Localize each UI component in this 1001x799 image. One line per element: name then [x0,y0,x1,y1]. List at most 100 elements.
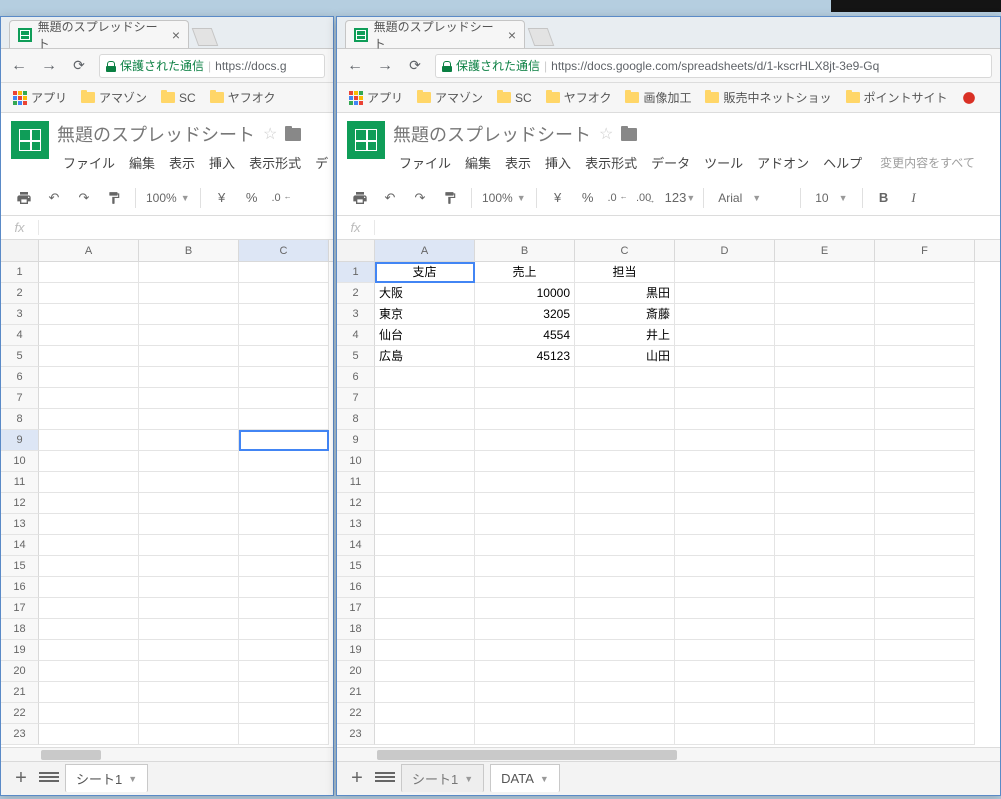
cell[interactable] [675,598,775,619]
document-title[interactable]: 無題のスプレッドシート [57,121,255,147]
cell[interactable] [675,619,775,640]
cell[interactable] [139,451,239,472]
cell[interactable] [575,430,675,451]
row-header[interactable]: 15 [1,556,39,577]
row-header[interactable]: 23 [1,724,39,745]
row-header[interactable]: 11 [1,472,39,493]
column-header[interactable]: E [775,240,875,261]
cell[interactable] [475,409,575,430]
sheet-tab[interactable]: DATA▼ [490,764,560,792]
cell[interactable] [775,430,875,451]
formula-bar[interactable]: fx [337,216,1000,240]
italic-icon[interactable]: I [901,185,927,211]
cell[interactable] [39,661,139,682]
row-header[interactable]: 6 [1,367,39,388]
cell[interactable] [575,388,675,409]
cell[interactable] [775,283,875,304]
menu-item[interactable]: ツール [698,151,749,174]
cell[interactable] [139,493,239,514]
column-header[interactable]: A [375,240,475,261]
cell[interactable] [239,556,329,577]
cell[interactable] [375,430,475,451]
cell[interactable] [375,640,475,661]
url-field[interactable]: 保護された通信|https://docs.google.com/spreadsh… [435,54,992,78]
cell[interactable] [575,640,675,661]
select-all-corner[interactable] [1,240,39,261]
url-field[interactable]: 保護された通信|https://docs.g [99,54,325,78]
cell[interactable] [139,535,239,556]
row-header[interactable]: 18 [1,619,39,640]
cell[interactable] [775,724,875,745]
cell[interactable] [575,556,675,577]
cell[interactable] [775,262,875,283]
cell[interactable] [375,388,475,409]
cell[interactable]: 広島 [375,346,475,367]
bookmark-item[interactable]: SC [157,89,200,107]
cell[interactable] [39,640,139,661]
cell[interactable] [475,682,575,703]
cell[interactable] [675,409,775,430]
cell[interactable] [575,535,675,556]
print-icon[interactable] [11,185,37,211]
cell[interactable] [239,640,329,661]
cell[interactable] [39,346,139,367]
horizontal-scrollbar[interactable] [337,747,1000,761]
extension-icon[interactable] [958,89,980,107]
cell[interactable] [139,703,239,724]
cell[interactable] [675,535,775,556]
sheet-tab[interactable]: シート1▼ [401,764,484,792]
cell[interactable] [875,598,975,619]
all-sheets-icon[interactable] [39,772,59,786]
horizontal-scrollbar[interactable] [1,747,333,761]
cell[interactable] [775,661,875,682]
add-sheet-button[interactable]: + [345,767,369,790]
cell[interactable] [675,472,775,493]
row-header[interactable]: 8 [1,409,39,430]
cell[interactable] [239,493,329,514]
cell[interactable] [239,262,329,283]
cell[interactable]: 4554 [475,325,575,346]
column-header[interactable]: D [675,240,775,261]
close-tab-icon[interactable]: × [508,27,516,43]
cell[interactable] [475,661,575,682]
row-header[interactable]: 12 [337,493,375,514]
row-header[interactable]: 13 [1,514,39,535]
cell[interactable] [375,367,475,388]
cell[interactable] [39,388,139,409]
cell[interactable] [375,493,475,514]
print-icon[interactable] [347,185,373,211]
row-header[interactable]: 3 [1,304,39,325]
cell[interactable] [139,430,239,451]
cell[interactable] [575,514,675,535]
row-header[interactable]: 14 [337,535,375,556]
cell[interactable] [675,640,775,661]
cell[interactable] [475,577,575,598]
cell[interactable] [875,640,975,661]
close-tab-icon[interactable]: × [172,27,180,43]
row-header[interactable]: 1 [1,262,39,283]
cell[interactable] [39,514,139,535]
cell[interactable]: 売上 [475,262,575,283]
row-header[interactable]: 3 [337,304,375,325]
row-header[interactable]: 2 [337,283,375,304]
cell[interactable] [775,472,875,493]
cell[interactable] [39,598,139,619]
cell[interactable] [239,577,329,598]
currency-icon[interactable]: ¥ [545,185,571,211]
cell[interactable]: 井上 [575,325,675,346]
cell[interactable] [375,472,475,493]
bookmark-item[interactable]: ヤフオク [542,87,616,108]
scrollbar-thumb[interactable] [377,750,677,760]
cell[interactable] [239,703,329,724]
bookmark-item[interactable]: アマゾン [77,87,151,108]
cell[interactable] [875,262,975,283]
cell[interactable] [139,556,239,577]
cell[interactable] [375,703,475,724]
row-header[interactable]: 7 [1,388,39,409]
currency-icon[interactable]: ¥ [209,185,235,211]
scrollbar-thumb[interactable] [41,750,101,760]
cell[interactable] [475,619,575,640]
menu-item[interactable]: 挿入 [203,151,241,174]
paint-format-icon[interactable] [437,185,463,211]
all-sheets-icon[interactable] [375,772,395,786]
